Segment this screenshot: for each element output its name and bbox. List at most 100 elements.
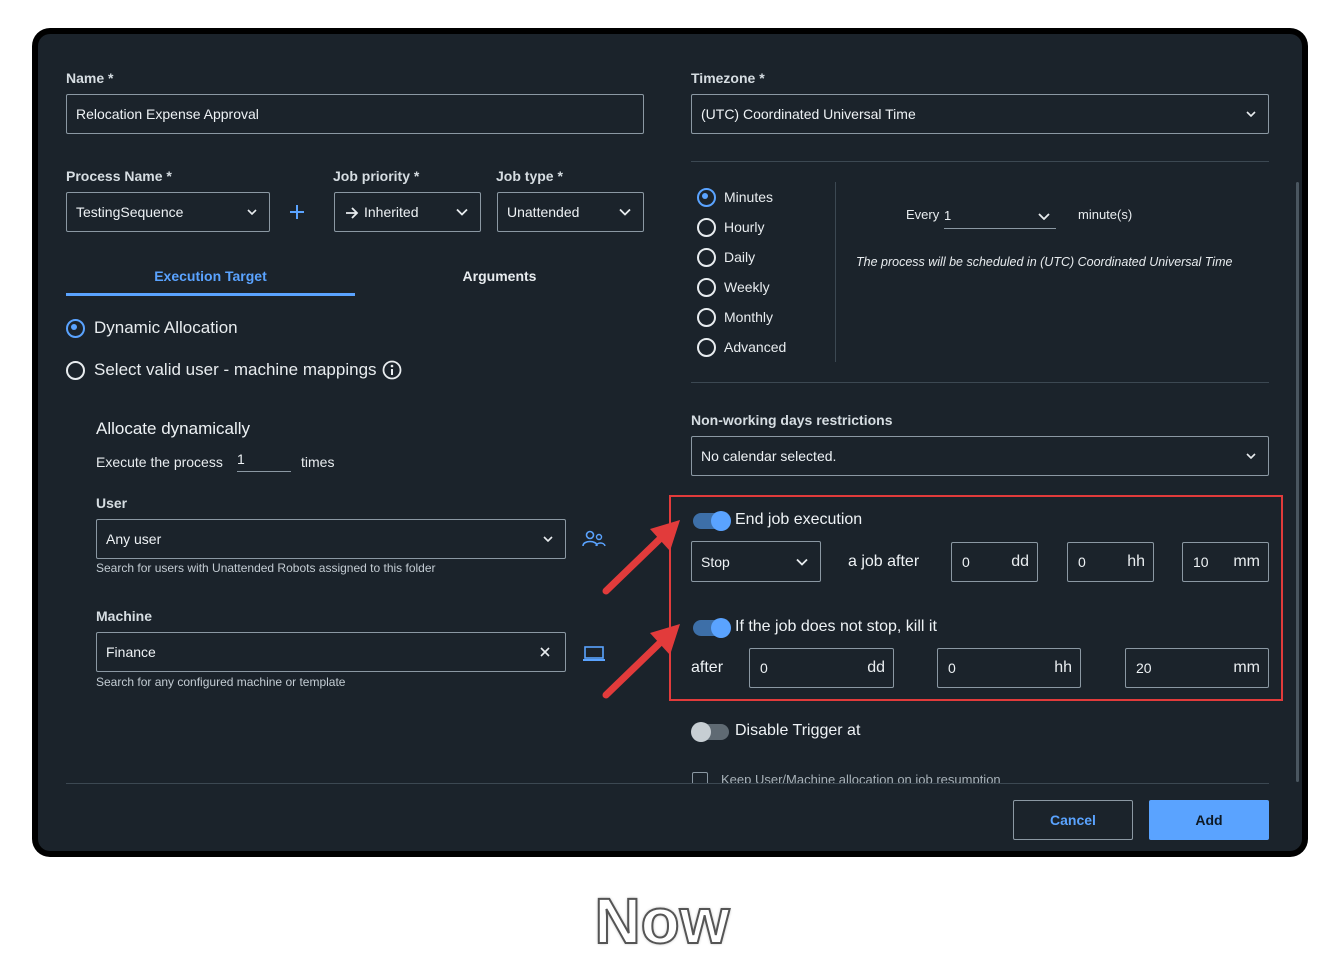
every-value: 1: [944, 208, 952, 223]
process-name-value: TestingSequence: [76, 204, 184, 220]
job-priority-select[interactable]: Inherited: [334, 192, 481, 232]
keep-allocation-row: Keep User/Machine allocation on job resu…: [691, 770, 1291, 783]
frequency-advanced-radio[interactable]: [697, 338, 716, 357]
frequency-advanced-label: Advanced: [724, 339, 787, 355]
kill-job-hours-value: 0: [948, 660, 956, 676]
keep-allocation-checkbox[interactable]: [692, 772, 708, 783]
tab-arguments[interactable]: Arguments: [355, 268, 644, 284]
every-label: Every: [906, 207, 940, 222]
end-job-after-text: a job after: [848, 553, 920, 570]
kill-job-minutes-value: 20: [1136, 660, 1152, 676]
process-name-select[interactable]: TestingSequence: [66, 192, 270, 232]
select-mappings-radio[interactable]: [66, 361, 85, 380]
end-job-hours-value: 0: [1078, 554, 1086, 570]
caption-now: Now: [593, 884, 730, 958]
name-label: Name *: [66, 70, 114, 86]
add-button[interactable]: Add: [1149, 800, 1269, 840]
minutes-unit: mm: [1233, 553, 1260, 570]
end-job-toggle[interactable]: [693, 511, 731, 531]
frequency-daily-label: Daily: [724, 249, 756, 265]
frequency-hourly-label: Hourly: [724, 219, 765, 235]
arrow-right-icon: [346, 207, 359, 219]
machine-value: Finance: [106, 644, 156, 660]
execute-count-value: 1: [237, 451, 245, 467]
process-name-label: Process Name *: [66, 168, 172, 184]
machine-label: Machine: [96, 608, 153, 624]
chevron-down-icon: [247, 209, 257, 215]
timezone-value: (UTC) Coordinated Universal Time: [701, 106, 916, 122]
end-job-minutes-value: 10: [1193, 554, 1209, 570]
footer-divider: [66, 783, 1269, 784]
every-unit: minute(s): [1078, 207, 1133, 222]
dynamic-allocation-radio[interactable]: [66, 319, 85, 338]
job-type-select[interactable]: Unattended: [497, 192, 644, 232]
kill-job-days-input[interactable]: 0 dd: [749, 648, 894, 688]
chevron-down-icon: [619, 208, 631, 216]
hours-unit: hh: [1127, 553, 1145, 570]
divider: [691, 161, 1269, 162]
frequency-weekly-radio[interactable]: [697, 278, 716, 297]
chevron-down-icon: [1038, 213, 1050, 220]
dynamic-allocation-label: Dynamic Allocation: [94, 318, 238, 337]
kill-job-toggle[interactable]: [693, 618, 731, 638]
kill-job-days-value: 0: [760, 660, 768, 676]
timezone-label: Timezone *: [691, 70, 765, 86]
name-input[interactable]: Relocation Expense Approval: [66, 94, 644, 134]
end-job-minutes-input[interactable]: 10 mm: [1182, 542, 1269, 582]
end-job-days-value: 0: [962, 554, 970, 570]
frequency-weekly-label: Weekly: [724, 279, 770, 295]
minutes-unit: mm: [1233, 659, 1260, 676]
chevron-down-icon: [796, 558, 808, 565]
days-unit: dd: [1011, 553, 1029, 570]
annotation-arrows: [602, 520, 680, 699]
non-working-label: Non-working days restrictions: [691, 412, 893, 428]
non-working-value: No calendar selected.: [701, 448, 837, 464]
frequency-monthly-radio[interactable]: [697, 308, 716, 327]
machine-hint: Search for any configured machine or tem…: [96, 675, 346, 689]
frequency-monthly-label: Monthly: [724, 309, 774, 325]
frequency-daily-radio[interactable]: [697, 248, 716, 267]
frequency-hourly-radio[interactable]: [697, 218, 716, 237]
allocate-dynamically-heading: Allocate dynamically: [96, 419, 251, 438]
chevron-down-icon: [543, 536, 553, 542]
execute-prefix: Execute the process: [96, 454, 223, 470]
user-select[interactable]: Any user: [96, 519, 566, 559]
select-mappings-label: Select valid user - machine mappings: [94, 360, 377, 379]
info-icon[interactable]: [382, 360, 402, 380]
arrow-annotation-end-job: [602, 520, 680, 595]
end-job-action-select[interactable]: Stop: [691, 541, 821, 582]
end-job-action-value: Stop: [701, 553, 730, 570]
name-value: Relocation Expense Approval: [76, 106, 259, 122]
disable-trigger-toggle[interactable]: [691, 722, 729, 742]
job-type-value: Unattended: [507, 204, 580, 220]
user-label: User: [96, 495, 128, 511]
timezone-select[interactable]: (UTC) Coordinated Universal Time: [691, 94, 1269, 134]
every-select[interactable]: 1: [944, 204, 1056, 229]
days-unit: dd: [867, 659, 885, 676]
arrow-annotation-kill-job: [602, 624, 680, 699]
cancel-button[interactable]: Cancel: [1013, 800, 1133, 840]
clear-icon[interactable]: [540, 647, 550, 657]
job-priority-label: Job priority *: [333, 168, 420, 184]
frequency-minutes-label: Minutes: [724, 189, 774, 205]
divider: [691, 382, 1269, 383]
machine-input[interactable]: Finance: [96, 632, 566, 672]
chevron-down-icon: [1246, 453, 1256, 459]
user-value: Any user: [106, 531, 162, 547]
tab-execution-target[interactable]: Execution Target: [66, 268, 355, 284]
add-process-plus-icon[interactable]: [287, 202, 307, 222]
chevron-down-icon: [456, 208, 468, 216]
non-working-select[interactable]: No calendar selected.: [691, 436, 1269, 476]
job-type-label: Job type *: [496, 168, 563, 184]
keep-allocation-label: Keep User/Machine allocation on job resu…: [721, 772, 1001, 783]
kill-job-hours-input[interactable]: 0 hh: [937, 648, 1081, 688]
kill-job-minutes-input[interactable]: 20 mm: [1125, 648, 1269, 688]
kill-job-after-text: after: [691, 659, 724, 676]
active-tab-indicator: [66, 293, 355, 296]
execute-count-input[interactable]: 1: [237, 449, 291, 472]
end-job-days-input[interactable]: 0 dd: [951, 542, 1038, 582]
job-priority-value: Inherited: [364, 204, 419, 220]
scrollbar[interactable]: [1296, 182, 1299, 782]
end-job-hours-input[interactable]: 0 hh: [1067, 542, 1154, 582]
frequency-minutes-radio[interactable]: [697, 188, 716, 207]
